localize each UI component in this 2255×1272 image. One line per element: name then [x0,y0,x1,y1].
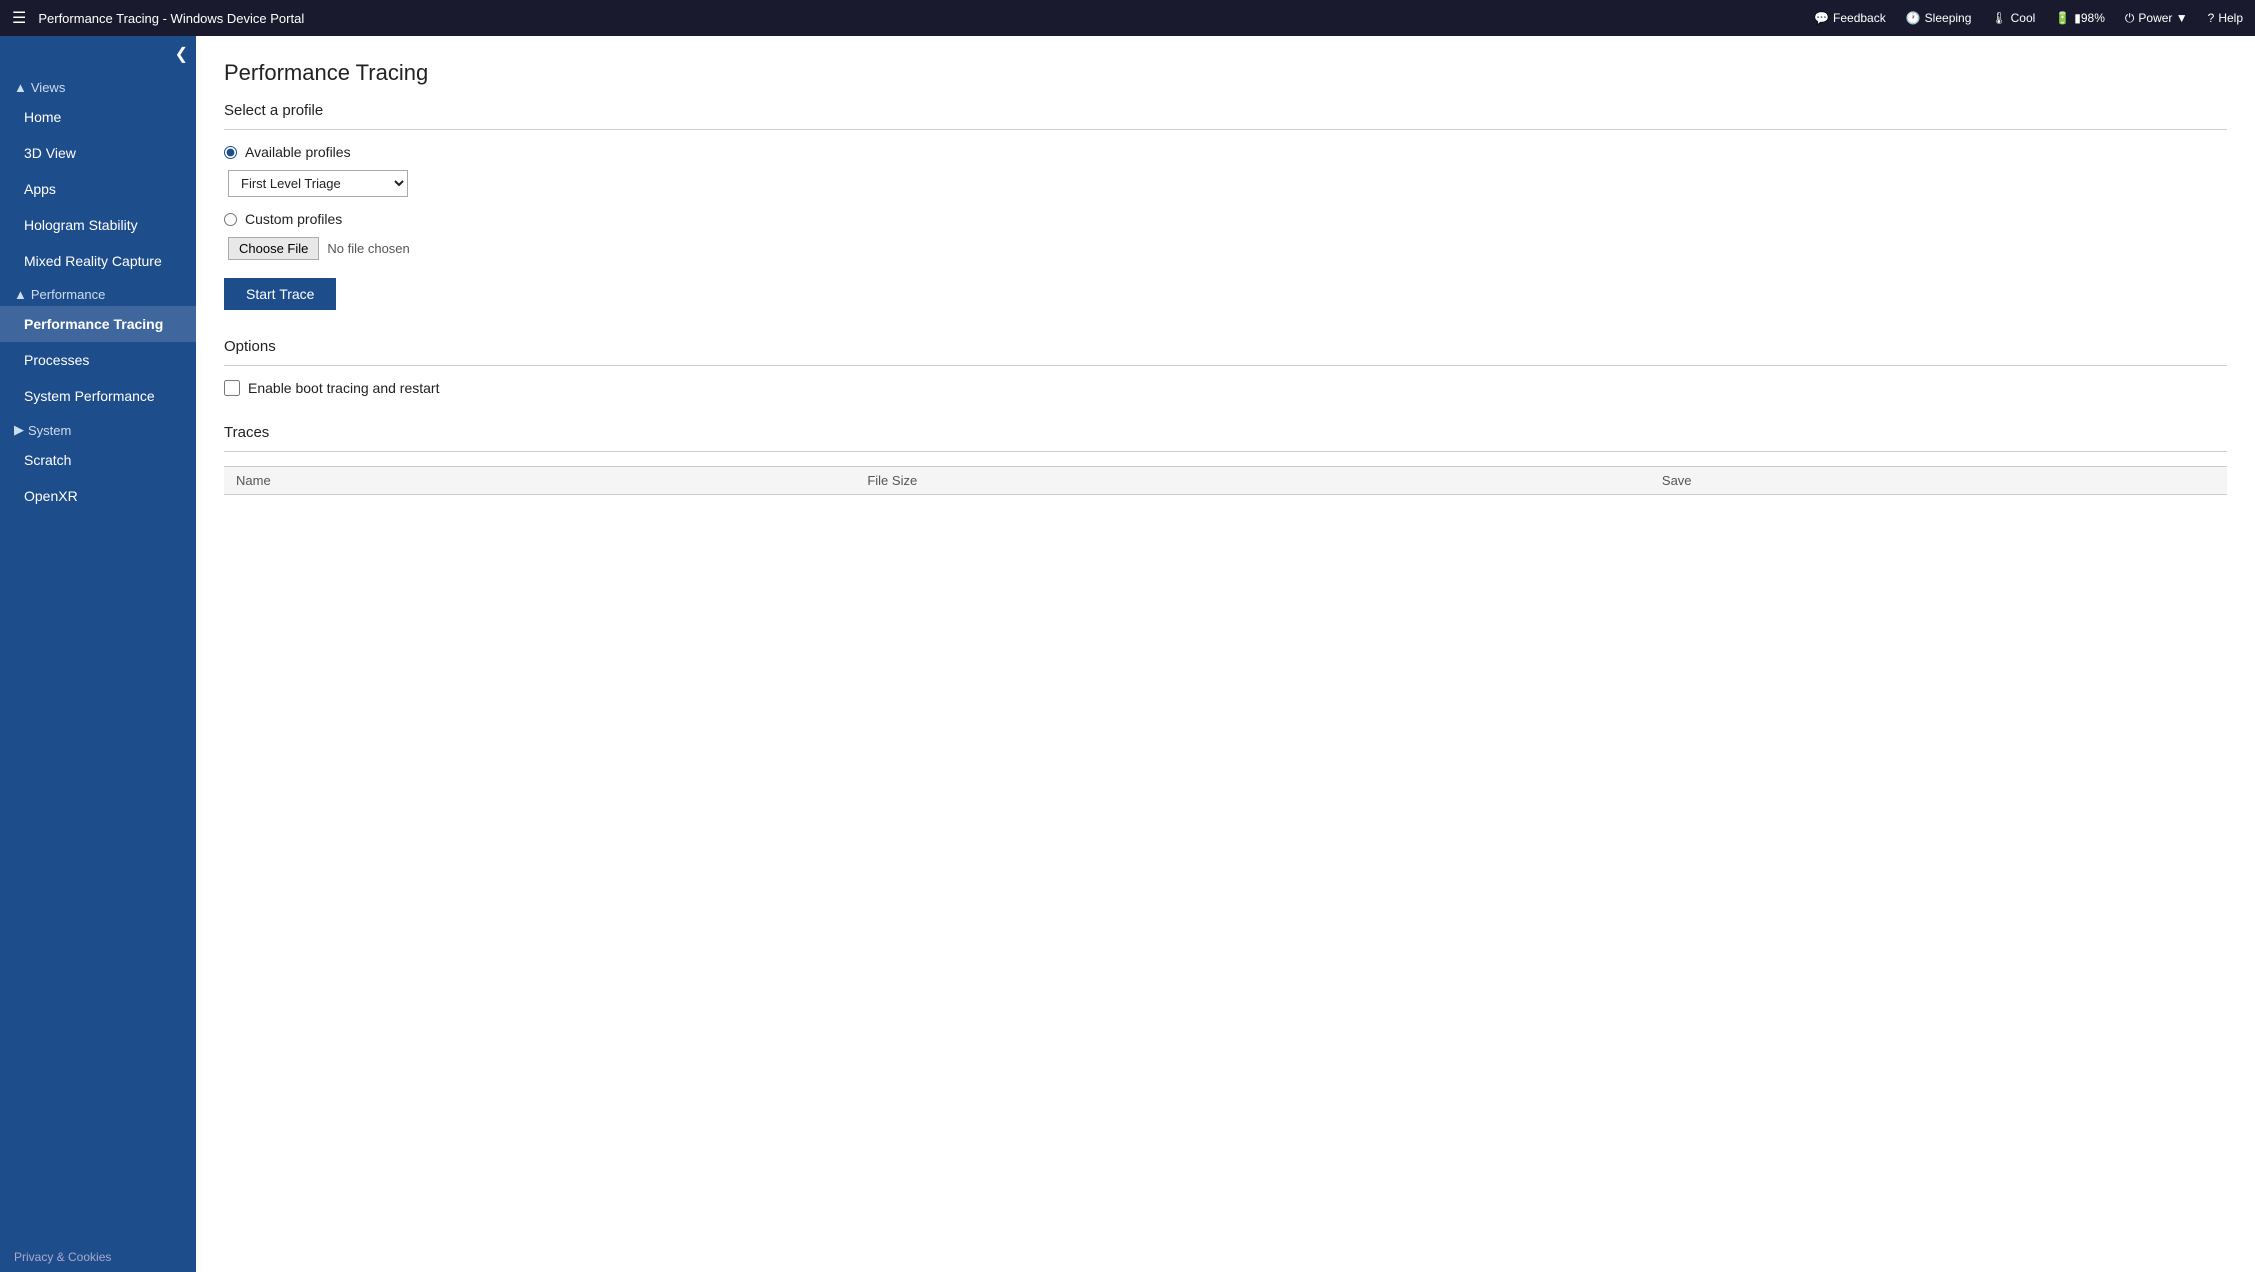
available-profiles-radio-row: Available profiles [224,144,2227,160]
main-content: Performance Tracing Select a profile Ava… [196,36,2255,1272]
views-arrow-icon: ▲ [14,80,27,95]
sidebar-collapse-button[interactable]: ❮ [0,36,196,72]
traces-divider [224,451,2227,452]
views-section-label: Views [31,80,65,95]
feedback-icon: 💬 [1814,11,1829,25]
sidebar-item-performance-tracing-label: Performance Tracing [24,316,163,332]
battery-icon: 🔋 [2055,11,2070,25]
boot-tracing-label: Enable boot tracing and restart [248,380,439,396]
available-profiles-radio-label: Available profiles [245,144,351,160]
sidebar-item-mixed-reality-capture-label: Mixed Reality Capture [24,253,162,269]
sidebar-item-apps-label: Apps [24,181,56,197]
sleeping-icon: 🕐 [1906,11,1921,25]
feedback-action[interactable]: 💬 Feedback [1814,11,1886,25]
sidebar-item-mixed-reality-capture[interactable]: Mixed Reality Capture [0,243,196,279]
help-icon: ? [2208,11,2215,25]
boot-tracing-checkbox[interactable] [224,380,240,396]
custom-profiles-radio-row: Custom profiles [224,211,2227,227]
sidebar-item-home[interactable]: Home [0,99,196,135]
sidebar-item-processes-label: Processes [24,352,89,368]
no-file-label: No file chosen [327,241,409,256]
system-arrow-icon: ▶ [14,422,24,438]
traces-col-filesize: File Size [855,467,1650,495]
sidebar-item-3dview-label: 3D View [24,145,76,161]
options-divider [224,365,2227,366]
battery-action[interactable]: 🔋 ▮98% [2055,11,2105,25]
start-trace-button[interactable]: Start Trace [224,278,336,310]
sidebar-item-scratch-label: Scratch [24,452,71,468]
help-action[interactable]: ? Help [2208,11,2243,25]
sidebar-item-openxr[interactable]: OpenXR [0,478,196,514]
help-label: Help [2218,11,2243,25]
temp-action[interactable]: 🌡 Cool [1991,11,2035,25]
collapse-icon: ❮ [175,44,188,64]
sidebar-item-processes[interactable]: Processes [0,342,196,378]
sidebar-item-hologram-stability-label: Hologram Stability [24,217,138,233]
system-section-label: System [28,423,71,438]
profile-dropdown[interactable]: First Level Triage Battery Life Boot Per… [228,170,408,197]
titlebar: ☰ Performance Tracing - Windows Device P… [0,0,2255,36]
performance-arrow-icon: ▲ [14,287,27,302]
traces-table-header: Name File Size Save [224,467,2227,495]
traces-col-save: Save [1650,467,2227,495]
traces-col-name: Name [224,467,855,495]
options-label: Options [224,338,2227,355]
performance-section-header[interactable]: ▲ Performance [0,279,196,306]
privacy-cookies-label: Privacy & Cookies [14,1250,111,1264]
performance-section-label: Performance [31,287,105,302]
sidebar-item-3dview[interactable]: 3D View [0,135,196,171]
sidebar: ❮ ▲ Views Home 3D View Apps Hologram Sta… [0,36,196,1272]
views-section-header[interactable]: ▲ Views [0,72,196,99]
system-section-header[interactable]: ▶ System [0,414,196,442]
window-title: Performance Tracing - Windows Device Por… [38,11,1814,26]
feedback-label: Feedback [1833,11,1886,25]
select-profile-divider [224,129,2227,130]
power-icon: ⏻ [2125,11,2135,26]
options-section: Options Enable boot tracing and restart [224,338,2227,396]
main-layout: ❮ ▲ Views Home 3D View Apps Hologram Sta… [0,36,2255,1272]
custom-profiles-radio-label: Custom profiles [245,211,342,227]
sidebar-item-openxr-label: OpenXR [24,488,78,504]
custom-profiles-radio[interactable] [224,213,237,226]
file-chooser-row: Choose File No file chosen [228,237,2227,260]
traces-table: Name File Size Save [224,466,2227,495]
traces-section: Traces Name File Size Save [224,424,2227,495]
page-title: Performance Tracing [224,60,2227,86]
temp-label: Cool [2011,11,2036,25]
sidebar-item-apps[interactable]: Apps [0,171,196,207]
traces-label: Traces [224,424,2227,441]
boot-tracing-checkbox-row: Enable boot tracing and restart [224,380,2227,396]
sidebar-item-hologram-stability[interactable]: Hologram Stability [0,207,196,243]
select-profile-label: Select a profile [224,102,2227,119]
sidebar-item-scratch[interactable]: Scratch [0,442,196,478]
battery-label: ▮98% [2074,11,2105,25]
power-label: Power ▼ [2138,11,2187,25]
traces-header-row: Name File Size Save [224,467,2227,495]
power-action[interactable]: ⏻ Power ▼ [2125,11,2188,26]
sleeping-label: Sleeping [1925,11,1972,25]
sidebar-item-performance-tracing[interactable]: Performance Tracing [0,306,196,342]
sleeping-action[interactable]: 🕐 Sleeping [1906,11,1972,25]
sidebar-item-system-performance-label: System Performance [24,388,155,404]
privacy-cookies-link[interactable]: Privacy & Cookies [0,1242,196,1272]
temp-icon: 🌡 [1991,11,2006,25]
profile-dropdown-container: First Level Triage Battery Life Boot Per… [228,170,2227,197]
choose-file-button[interactable]: Choose File [228,237,319,260]
sidebar-item-system-performance[interactable]: System Performance [0,378,196,414]
available-profiles-radio[interactable] [224,146,237,159]
header-actions: 💬 Feedback 🕐 Sleeping 🌡 Cool 🔋 ▮98% ⏻ Po… [1814,11,2243,26]
sidebar-item-home-label: Home [24,109,61,125]
hamburger-icon[interactable]: ☰ [12,8,26,28]
